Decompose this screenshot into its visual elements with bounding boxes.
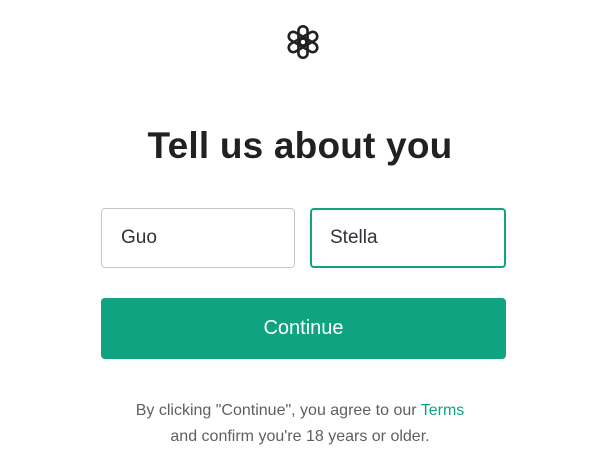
legal-line-1: By clicking "Continue", you agree to our… [0, 398, 600, 424]
legal-prefix-text: By clicking "Continue", you agree to our [135, 402, 421, 419]
openai-logo-icon [282, 21, 324, 63]
legal-notice: By clicking "Continue", you agree to our… [0, 398, 600, 450]
legal-line-2: and confirm you're 18 years or older. [170, 428, 430, 445]
page-title: Tell us about you [147, 125, 453, 166]
last-name-input[interactable] [310, 208, 506, 268]
first-name-input[interactable] [101, 208, 295, 268]
continue-button[interactable]: Continue [101, 298, 506, 359]
terms-link[interactable]: Terms [421, 402, 465, 419]
